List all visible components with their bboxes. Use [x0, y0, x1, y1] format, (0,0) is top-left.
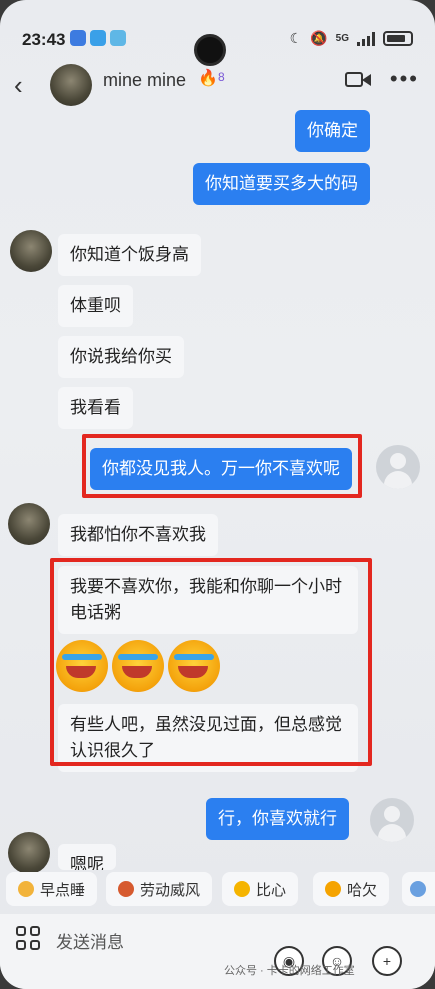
message-bubble-received[interactable]: 体重呗 [58, 285, 133, 327]
back-chevron-icon[interactable]: ‹ [14, 70, 23, 101]
watermark: 公众号 · 卡卡的网络工作室 [224, 965, 355, 977]
message-bubble-received[interactable]: 你说我给你买 [58, 336, 184, 378]
message-bubble-received[interactable]: 嗯呢 [58, 844, 116, 870]
app-notification-icon [110, 30, 126, 46]
message-input-bar: 发送消息 ◉ ☺ + [0, 914, 435, 989]
phone-screen: 23:43 ☾ 🔕 5G ‹ mine mine 🔥 8 ••• 你确定 你知道 [0, 0, 435, 989]
plus-icon[interactable]: + [372, 946, 402, 976]
network-label: 5G [335, 33, 349, 44]
message-bubble-sent[interactable]: 你确定 [295, 110, 370, 152]
highlight-box [50, 558, 372, 766]
quick-reply-chip[interactable]: 比心 [222, 872, 299, 906]
quick-reply-chip[interactable]: 劳动威风 [106, 872, 213, 906]
flame-badge-icon: 🔥 [198, 70, 218, 87]
message-bubble-received[interactable]: 我看看 [58, 387, 133, 429]
notification-icons [70, 30, 126, 46]
highlight-box [82, 434, 362, 498]
crab-emoji-icon [118, 881, 134, 897]
system-icons: ☾ 🔕 5G [290, 30, 413, 47]
heart-hand-emoji-icon [234, 881, 250, 897]
mute-icon: 🔕 [310, 30, 328, 46]
video-call-icon[interactable] [345, 70, 373, 90]
chat-header: ‹ mine mine 🔥 8 ••• [0, 58, 435, 110]
battery-icon [383, 31, 413, 46]
my-avatar[interactable] [376, 445, 420, 489]
message-input[interactable]: 发送消息 [56, 928, 124, 953]
contact-avatar[interactable] [50, 64, 92, 106]
quick-reply-bar: 早点睡 劳动威风 比心 哈欠 [0, 868, 435, 912]
signal-icon [357, 31, 375, 46]
contact-avatar[interactable] [10, 230, 52, 272]
contact-name: mine mine [103, 70, 187, 90]
more-options-icon[interactable]: ••• [390, 66, 419, 92]
my-avatar[interactable] [370, 798, 414, 842]
status-bar: 23:43 ☾ 🔕 5G [0, 22, 435, 66]
message-bubble-received[interactable]: 你知道个饭身高 [58, 234, 201, 276]
yawn-emoji-icon [325, 881, 341, 897]
contact-avatar[interactable] [8, 503, 50, 545]
message-bubble-sent[interactable]: 行，你喜欢就行 [206, 798, 349, 840]
level-badge: 8 [218, 70, 225, 84]
sleep-emoji-icon [18, 881, 34, 897]
message-bubble-received[interactable]: 我都怕你不喜欢我 [58, 514, 218, 556]
quick-reply-chip[interactable]: 早点睡 [6, 872, 98, 906]
message-bubble-sent[interactable]: 你知道要买多大的码 [193, 163, 370, 205]
moon-icon: ☾ [289, 30, 303, 46]
app-notification-icon [90, 30, 106, 46]
quick-reply-chip[interactable] [402, 872, 435, 906]
apps-grid-icon[interactable] [16, 926, 40, 950]
app-notification-icon [70, 30, 86, 46]
status-time: 23:43 [22, 30, 66, 49]
quick-reply-chip[interactable]: 哈欠 [313, 872, 390, 906]
emoji-icon [410, 881, 426, 897]
